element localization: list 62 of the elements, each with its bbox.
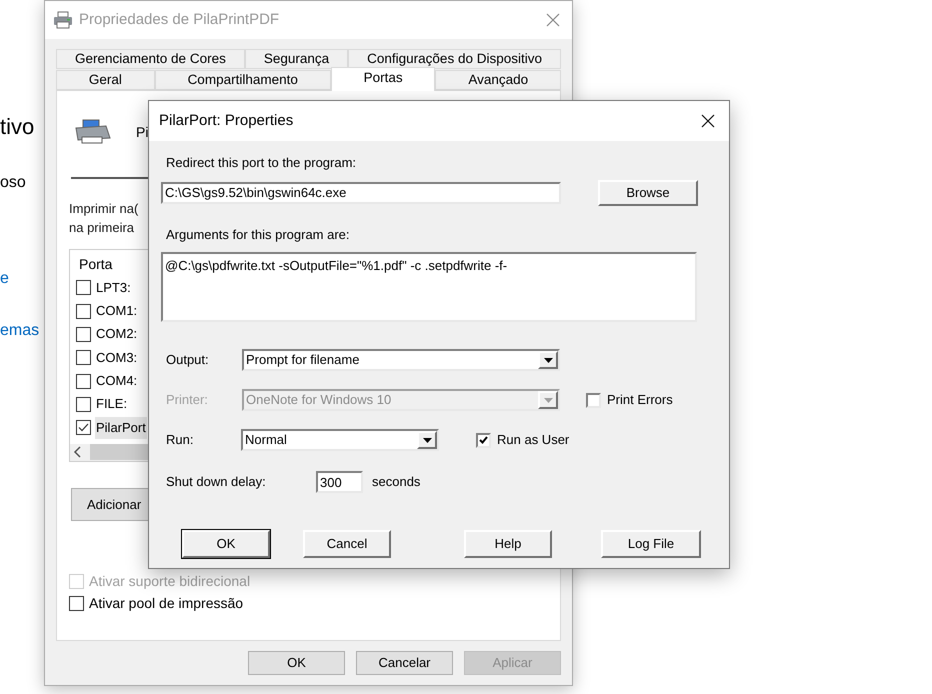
dialog-button[interactable]: Help bbox=[464, 530, 552, 558]
tab[interactable]: Compartilhamento bbox=[154, 70, 331, 90]
printer-icon bbox=[53, 11, 73, 29]
tab[interactable]: Segurança bbox=[244, 49, 348, 69]
dropdown-arrow-icon[interactable] bbox=[422, 438, 432, 442]
window-title: Propriedades de PilaPrintPDF bbox=[79, 10, 280, 30]
printer-name: Pi bbox=[136, 122, 148, 142]
page-heading: tivo bbox=[0, 113, 34, 141]
checkmark-icon bbox=[479, 436, 488, 444]
option-label: Ativar pool de impressão bbox=[89, 594, 244, 613]
unit-label: seconds bbox=[372, 473, 420, 492]
field-label: Printer: bbox=[166, 391, 209, 410]
field-label: Output: bbox=[166, 351, 210, 370]
port-item[interactable]: COM2: bbox=[95, 323, 138, 346]
dialog-button[interactable]: OK bbox=[248, 651, 345, 675]
dialog-title: PilarPort: Properties bbox=[159, 110, 294, 131]
tab[interactable]: Gerenciamento de Cores bbox=[56, 49, 245, 69]
checkbox[interactable] bbox=[76, 304, 91, 319]
checkbox-label: Run as User bbox=[497, 431, 570, 450]
port-item[interactable]: COM1: bbox=[95, 300, 138, 322]
dialog-button[interactable]: OK bbox=[182, 530, 270, 558]
checkbox[interactable] bbox=[76, 396, 91, 412]
dropdown[interactable]: Normal bbox=[241, 429, 439, 451]
delay-field[interactable]: 300 bbox=[316, 471, 363, 493]
field-label: Redirect this port to the program: bbox=[166, 154, 356, 172]
dialog-button[interactable]: Cancel bbox=[303, 530, 391, 558]
tab[interactable]: Configurações do Dispositivo bbox=[348, 49, 561, 69]
checkbox[interactable] bbox=[76, 326, 91, 342]
dialog-button[interactable]: Cancelar bbox=[356, 651, 453, 675]
column-header: Porta bbox=[79, 255, 112, 274]
port-item[interactable]: PilarPort bbox=[95, 416, 147, 439]
checkbox[interactable] bbox=[69, 596, 84, 611]
field-label: Arguments for this program are: bbox=[166, 226, 350, 244]
dropdown-arrow-icon[interactable] bbox=[544, 358, 552, 362]
field-label: Run: bbox=[166, 431, 194, 450]
checkbox-label: Print Errors bbox=[607, 391, 673, 410]
dialog-button[interactable]: Log File bbox=[601, 530, 701, 558]
port-item[interactable]: COM3: bbox=[95, 346, 138, 369]
arguments-field[interactable]: @C:\gs\pdfwrite.txt -sOutputFile="%1.pdf" -c .setpdfwrite -f- bbox=[161, 252, 697, 322]
browse-button[interactable]: Browse bbox=[598, 180, 698, 206]
tab[interactable]: Avançado bbox=[435, 70, 561, 90]
checkmark-icon bbox=[78, 423, 89, 432]
dropdown[interactable]: Prompt for filename bbox=[242, 349, 560, 371]
port-item[interactable]: COM4: bbox=[95, 370, 138, 392]
option-label: Ativar suporte bidirecional bbox=[89, 572, 250, 591]
description-text: Imprimir na( bbox=[69, 200, 138, 218]
description-text: na primeira bbox=[69, 219, 134, 237]
settings-link[interactable]: emas bbox=[0, 321, 40, 341]
tab[interactable]: Geral bbox=[56, 70, 155, 90]
close-icon[interactable] bbox=[701, 114, 715, 128]
port-item[interactable]: FILE: bbox=[95, 393, 128, 416]
checkbox[interactable] bbox=[76, 280, 91, 296]
checkbox[interactable] bbox=[76, 350, 91, 366]
checkbox[interactable] bbox=[76, 420, 91, 436]
checkbox[interactable] bbox=[476, 432, 491, 448]
checkbox[interactable] bbox=[76, 374, 91, 389]
page-text: oso bbox=[0, 173, 26, 193]
checkbox[interactable] bbox=[586, 392, 601, 408]
tab[interactable]: Portas bbox=[330, 67, 436, 91]
program-path-field[interactable]: C:\GS\gs9.52\bin\gswin64c.exe bbox=[161, 182, 561, 204]
settings-link[interactable]: e bbox=[0, 269, 9, 289]
port-item[interactable]: LPT3: bbox=[95, 276, 132, 299]
